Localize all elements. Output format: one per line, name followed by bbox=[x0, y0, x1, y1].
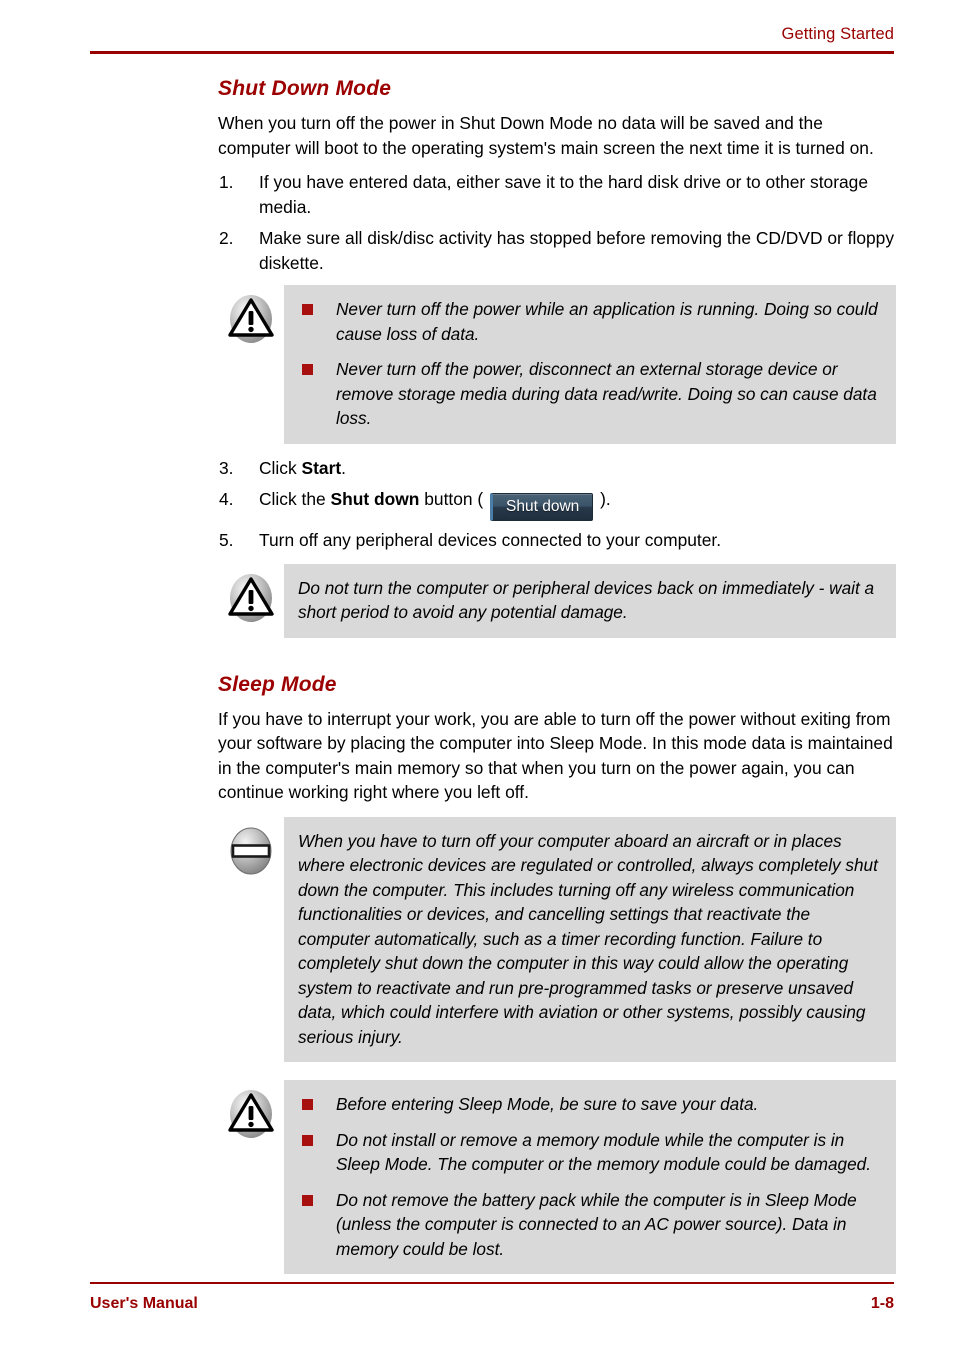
caution-triangle-icon bbox=[218, 1080, 284, 1140]
notice-sleep-caution-body: Before entering Sleep Mode, be sure to s… bbox=[284, 1080, 896, 1274]
shut-down-steps-list-part1: 1. If you have entered data, either save… bbox=[218, 170, 896, 275]
footer-manual-label: User's Manual bbox=[90, 1295, 198, 1312]
list-item-notice-bullet: Before entering Sleep Mode, be sure to s… bbox=[298, 1092, 882, 1117]
footer-page-number: 1-8 bbox=[870, 1295, 894, 1312]
step-text-suffix: ). bbox=[595, 489, 611, 509]
caution-triangle-icon bbox=[218, 285, 284, 345]
list-item-notice-bullet: Never turn off the power, disconnect an … bbox=[298, 357, 882, 431]
page-footer: User's Manual 1-8 bbox=[90, 1282, 894, 1322]
notice-bullet-text: Do not install or remove a memory module… bbox=[336, 1129, 872, 1175]
square-bullet-icon bbox=[302, 1194, 313, 1206]
step-text-suffix: . bbox=[341, 457, 346, 478]
step-text: Make sure all disk/disc activity has sto… bbox=[259, 228, 895, 273]
list-item-step-5: 5. Turn off any peripheral devices conne… bbox=[218, 528, 896, 553]
list-item-notice-bullet: Never turn off the power while an applic… bbox=[298, 297, 882, 346]
prohibition-circle-icon-svg bbox=[230, 827, 272, 874]
step-text-bold: Shut down bbox=[330, 489, 420, 509]
notice-aircraft-danger: When you have to turn off your computer … bbox=[218, 816, 896, 1062]
list-item-notice-bullet: Do not remove the battery pack while the… bbox=[298, 1188, 882, 1262]
manual-page: Getting Started Shut Down Mode When you … bbox=[0, 0, 954, 1352]
sleep-intro-paragraph: If you have to interrupt your work, you … bbox=[218, 708, 893, 803]
list-item-notice-bullet: Do not install or remove a memory module… bbox=[298, 1128, 882, 1177]
notice-bullet-text: Never turn off the power while an applic… bbox=[336, 299, 878, 344]
square-bullet-icon bbox=[302, 364, 313, 375]
step-number: 5. bbox=[219, 530, 234, 550]
list-item-step-2: 2. Make sure all disk/disc activity has … bbox=[218, 226, 896, 275]
step-number: 1. bbox=[219, 172, 234, 192]
step-number: 2. bbox=[219, 228, 234, 248]
notice-restart-caution-body: Do not turn the computer or peripheral d… bbox=[284, 563, 896, 638]
page-title-sleep-mode: Sleep Mode bbox=[218, 672, 337, 696]
step-text-prefix: Click the bbox=[259, 489, 331, 509]
step-text: Turn off any peripheral devices connecte… bbox=[259, 530, 722, 550]
footer-rule bbox=[90, 1282, 894, 1284]
step-text: If you have entered data, either save it… bbox=[259, 172, 869, 217]
notice-bullet-list: Never turn off the power while an applic… bbox=[298, 297, 882, 431]
page-title-shut-down-mode: Shut Down Mode bbox=[218, 77, 392, 100]
prohibition-circle-icon bbox=[218, 817, 284, 877]
list-item-step-1: 1. If you have entered data, either save… bbox=[218, 170, 896, 219]
caution-triangle-icon-svg bbox=[228, 573, 274, 622]
header-rule bbox=[90, 51, 894, 54]
square-bullet-icon bbox=[302, 304, 313, 315]
step-number: 3. bbox=[219, 457, 234, 478]
square-bullet-icon bbox=[302, 1099, 313, 1110]
notice-bullet-list: Before entering Sleep Mode, be sure to s… bbox=[298, 1092, 882, 1261]
shut-down-steps-list-part2: 3. Click Start. 4. Click the Shut down b… bbox=[218, 456, 896, 553]
notice-shutdown-caution: Never turn off the power while an applic… bbox=[218, 285, 896, 444]
shut-down-button-illustration: Shut down bbox=[490, 493, 594, 521]
notice-sleep-caution: Before entering Sleep Mode, be sure to s… bbox=[218, 1080, 896, 1274]
list-item-step-4: 4. Click the Shut down button ( Shut dow… bbox=[218, 487, 896, 521]
caution-triangle-icon-svg bbox=[228, 1090, 274, 1138]
shut-down-intro-paragraph: When you turn off the power in Shut Down… bbox=[218, 113, 874, 158]
notice-bullet-text: Do not remove the battery pack while the… bbox=[336, 1189, 857, 1259]
notice-bullet-text: Never turn off the power, disconnect an … bbox=[336, 359, 877, 428]
shut-down-button[interactable]: Shut down bbox=[490, 493, 594, 521]
step-text-mid: button ( bbox=[419, 489, 489, 509]
notice-text: When you have to turn off your computer … bbox=[298, 830, 878, 1047]
page-header: Getting Started bbox=[90, 24, 894, 58]
notice-restart-caution: Do not turn the computer or peripheral d… bbox=[218, 563, 896, 638]
notice-shutdown-caution-body: Never turn off the power while an applic… bbox=[284, 285, 896, 444]
step-text-prefix: Click bbox=[259, 457, 302, 478]
notice-text: Do not turn the computer or peripheral d… bbox=[298, 577, 875, 623]
notice-aircraft-danger-body: When you have to turn off your computer … bbox=[284, 816, 896, 1062]
caution-triangle-icon-svg bbox=[228, 295, 274, 343]
square-bullet-icon bbox=[302, 1134, 313, 1146]
header-title: Getting Started bbox=[781, 25, 894, 43]
notice-bullet-text: Before entering Sleep Mode, be sure to s… bbox=[336, 1094, 759, 1114]
step-text-bold: Start bbox=[301, 457, 342, 478]
caution-triangle-icon bbox=[218, 564, 284, 624]
list-item-step-3: 3. Click Start. bbox=[218, 456, 896, 481]
page-content: Shut Down Mode When you turn off the pow… bbox=[218, 76, 896, 1274]
step-number: 4. bbox=[219, 489, 234, 509]
